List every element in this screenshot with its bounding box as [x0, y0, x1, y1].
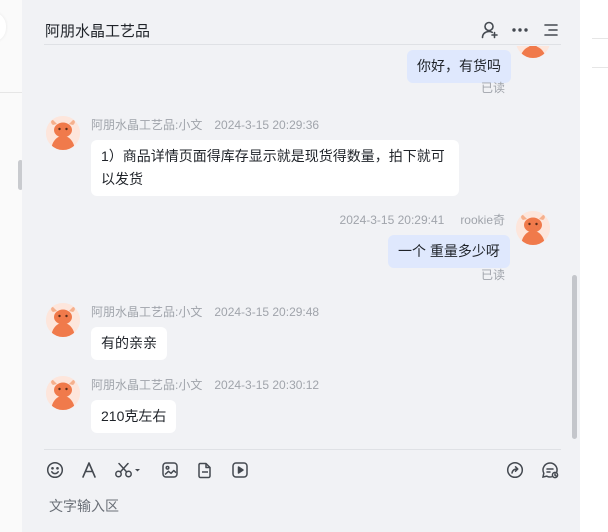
timestamp: 2024-3-15 20:29:41 [339, 213, 445, 227]
avatar[interactable] [516, 46, 550, 58]
share-icon[interactable] [504, 459, 526, 481]
file-icon[interactable] [194, 459, 216, 481]
avatar[interactable] [516, 211, 550, 245]
message-bubble[interactable]: 一个 重量多少呀 [388, 235, 510, 268]
message-input[interactable]: 文字输入区 [49, 496, 119, 516]
chat-panel: 阿朋水晶工艺品 你好，有货吗 已读 阿朋水晶工艺品:小文 2024-3-15 20… [22, 0, 580, 532]
left-edge-panel [0, 0, 23, 532]
header-divider [44, 44, 561, 45]
avatar[interactable] [46, 303, 80, 337]
message-list[interactable]: 你好，有货吗 已读 阿朋水晶工艺品:小文 2024-3-15 20:29:36 1… [22, 46, 580, 448]
timestamp: 2024-3-15 20:29:48 [214, 305, 320, 319]
avatar[interactable] [46, 376, 80, 410]
chat-settings-icon[interactable] [539, 459, 561, 481]
divider [592, 67, 608, 68]
image-icon[interactable] [159, 459, 181, 481]
add-user-icon[interactable] [480, 20, 500, 40]
collapse-handle[interactable] [0, 12, 6, 42]
right-edge-panel [580, 0, 608, 532]
input-toolbar [22, 455, 580, 485]
sender-name: 阿朋水晶工艺品:小文 [91, 118, 203, 132]
message-meta: 2024-3-15 20:29:41 rookie奇 [340, 211, 505, 228]
message-bubble[interactable]: 有的亲亲 [91, 327, 167, 360]
message-bubble[interactable]: 1）商品详情页面得库存显示就是现货得数量，拍下就可以发货 [91, 140, 459, 196]
read-status: 已读 [481, 81, 506, 95]
message-scrollbar[interactable] [572, 275, 577, 439]
sender-name: rookie奇 [460, 213, 505, 227]
chat-header: 阿朋水晶工艺品 [22, 0, 580, 45]
message-meta: 阿朋水晶工艺品:小文 2024-3-15 20:29:48 [91, 303, 319, 320]
list-icon[interactable] [541, 20, 561, 40]
timestamp: 2024-3-15 20:29:36 [214, 118, 320, 132]
timestamp: 2024-3-15 20:30:12 [214, 378, 320, 392]
read-status: 已读 [481, 268, 506, 282]
more-icon[interactable] [510, 20, 530, 40]
message-bubble[interactable]: 210克左右 [91, 400, 177, 433]
chat-title: 阿朋水晶工艺品 [45, 23, 151, 40]
sender-name: 阿朋水晶工艺品:小文 [91, 378, 203, 392]
emoji-icon[interactable] [44, 459, 66, 481]
video-icon[interactable] [229, 459, 251, 481]
sender-name: 阿朋水晶工艺品:小文 [91, 305, 203, 319]
divider [0, 92, 22, 93]
message-meta: 阿朋水晶工艺品:小文 2024-3-15 20:30:12 [91, 376, 319, 393]
divider [592, 38, 608, 39]
avatar[interactable] [46, 116, 80, 150]
input-divider [44, 449, 561, 450]
scissors-icon[interactable] [113, 459, 143, 481]
message-meta: 阿朋水晶工艺品:小文 2024-3-15 20:29:36 [91, 116, 319, 133]
font-icon[interactable] [78, 459, 100, 481]
